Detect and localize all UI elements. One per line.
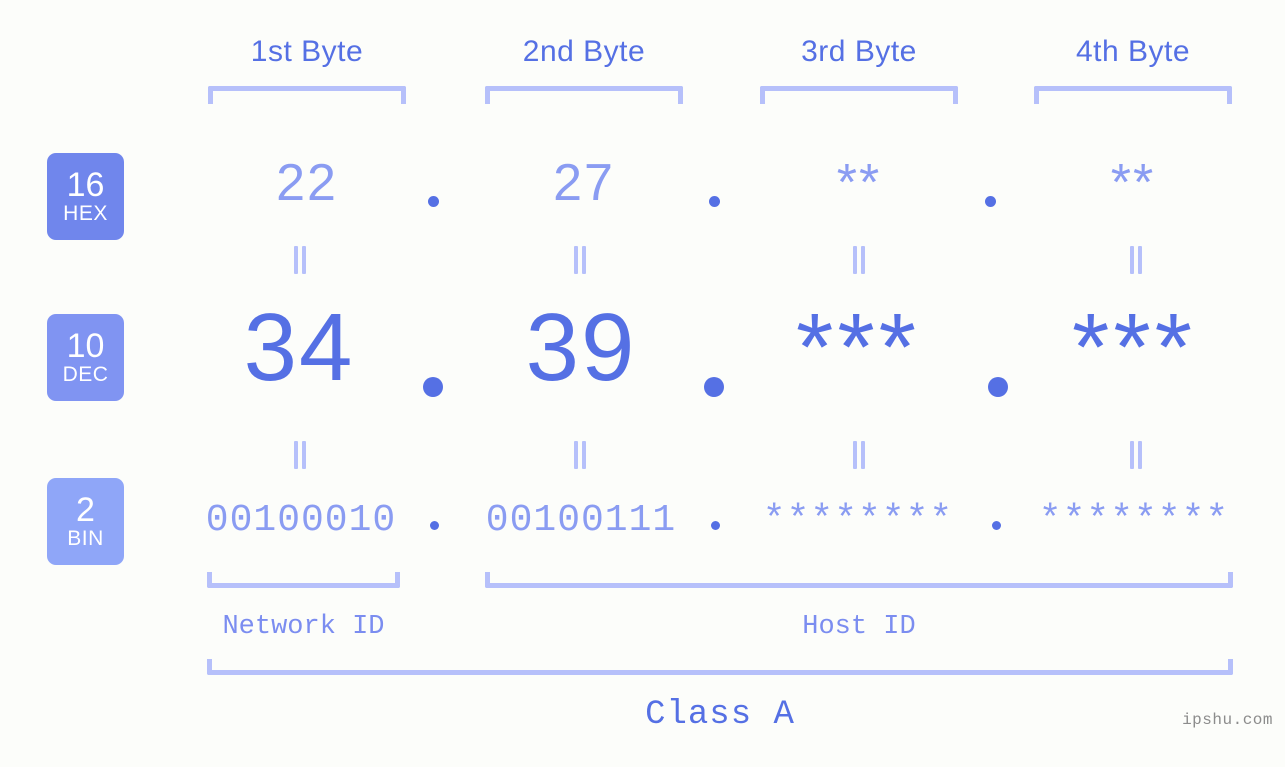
byte-header-label-2: 2nd Byte: [522, 35, 646, 68]
hex-separator-dot-3: [985, 196, 996, 207]
network-id-label: Network ID: [222, 612, 385, 642]
hex-value-byte-2: 27: [553, 154, 615, 212]
base-badge-dec-number: 10: [66, 326, 105, 365]
dec-value-byte-2: 39: [525, 294, 637, 401]
bin-value-byte-3: ********: [762, 499, 954, 542]
byte-header-label-4: 4th Byte: [1075, 35, 1191, 68]
dec-value-byte-4: ***: [1071, 294, 1197, 401]
equals-mark-dec-bin-4: [1128, 441, 1144, 469]
hex-value-byte-4: **: [1110, 154, 1156, 212]
class-label: Class A: [645, 696, 795, 734]
bin-value-byte-1: 00100010: [205, 499, 397, 542]
dec-separator-dot-1: [423, 377, 443, 397]
hex-value-byte-3: **: [836, 154, 882, 212]
base-badge-bin-name: BIN: [67, 526, 104, 550]
equals-mark-hex-dec-2: [572, 246, 588, 274]
hex-value-byte-1: 22: [276, 154, 338, 212]
bin-separator-dot-1: [430, 521, 439, 530]
bin-value-byte-2: 00100111: [485, 499, 677, 542]
base-badge-dec[interactable]: 10 DEC: [47, 314, 124, 401]
hex-separator-dot-1: [428, 196, 439, 207]
ip-address-breakdown-diagram: 1st Byte 2nd Byte 3rd Byte 4th Byte 16 H…: [0, 0, 1285, 767]
byte-bracket-2: [485, 86, 683, 104]
byte-header-label-3: 3rd Byte: [801, 35, 917, 68]
bin-separator-dot-2: [711, 521, 720, 530]
dec-separator-dot-3: [988, 377, 1008, 397]
byte-bracket-4: [1034, 86, 1232, 104]
dec-value-byte-1: 34: [243, 294, 355, 401]
host-id-bracket: [485, 572, 1233, 588]
base-badge-hex-number: 16: [66, 165, 105, 204]
hex-separator-dot-2: [709, 196, 720, 207]
byte-header-label-1: 1st Byte: [250, 35, 364, 68]
base-badge-bin-number: 2: [76, 490, 95, 529]
site-watermark: ipshu.com: [1182, 711, 1273, 729]
base-badge-dec-name: DEC: [62, 362, 109, 386]
byte-bracket-1: [208, 86, 406, 104]
equals-mark-hex-dec-1: [292, 246, 308, 274]
base-badge-bin[interactable]: 2 BIN: [47, 478, 124, 565]
equals-mark-dec-bin-1: [292, 441, 308, 469]
bin-value-byte-4: ********: [1038, 499, 1230, 542]
dec-value-byte-3: ***: [795, 294, 921, 401]
dec-separator-dot-2: [704, 377, 724, 397]
network-id-bracket: [207, 572, 400, 588]
host-id-label: Host ID: [802, 612, 916, 642]
base-badge-hex-name: HEX: [63, 201, 108, 225]
base-badge-hex[interactable]: 16 HEX: [47, 153, 124, 240]
byte-bracket-3: [760, 86, 958, 104]
bin-separator-dot-3: [992, 521, 1001, 530]
equals-mark-hex-dec-3: [851, 246, 867, 274]
equals-mark-hex-dec-4: [1128, 246, 1144, 274]
equals-mark-dec-bin-2: [572, 441, 588, 469]
class-bracket: [207, 659, 1233, 675]
equals-mark-dec-bin-3: [851, 441, 867, 469]
